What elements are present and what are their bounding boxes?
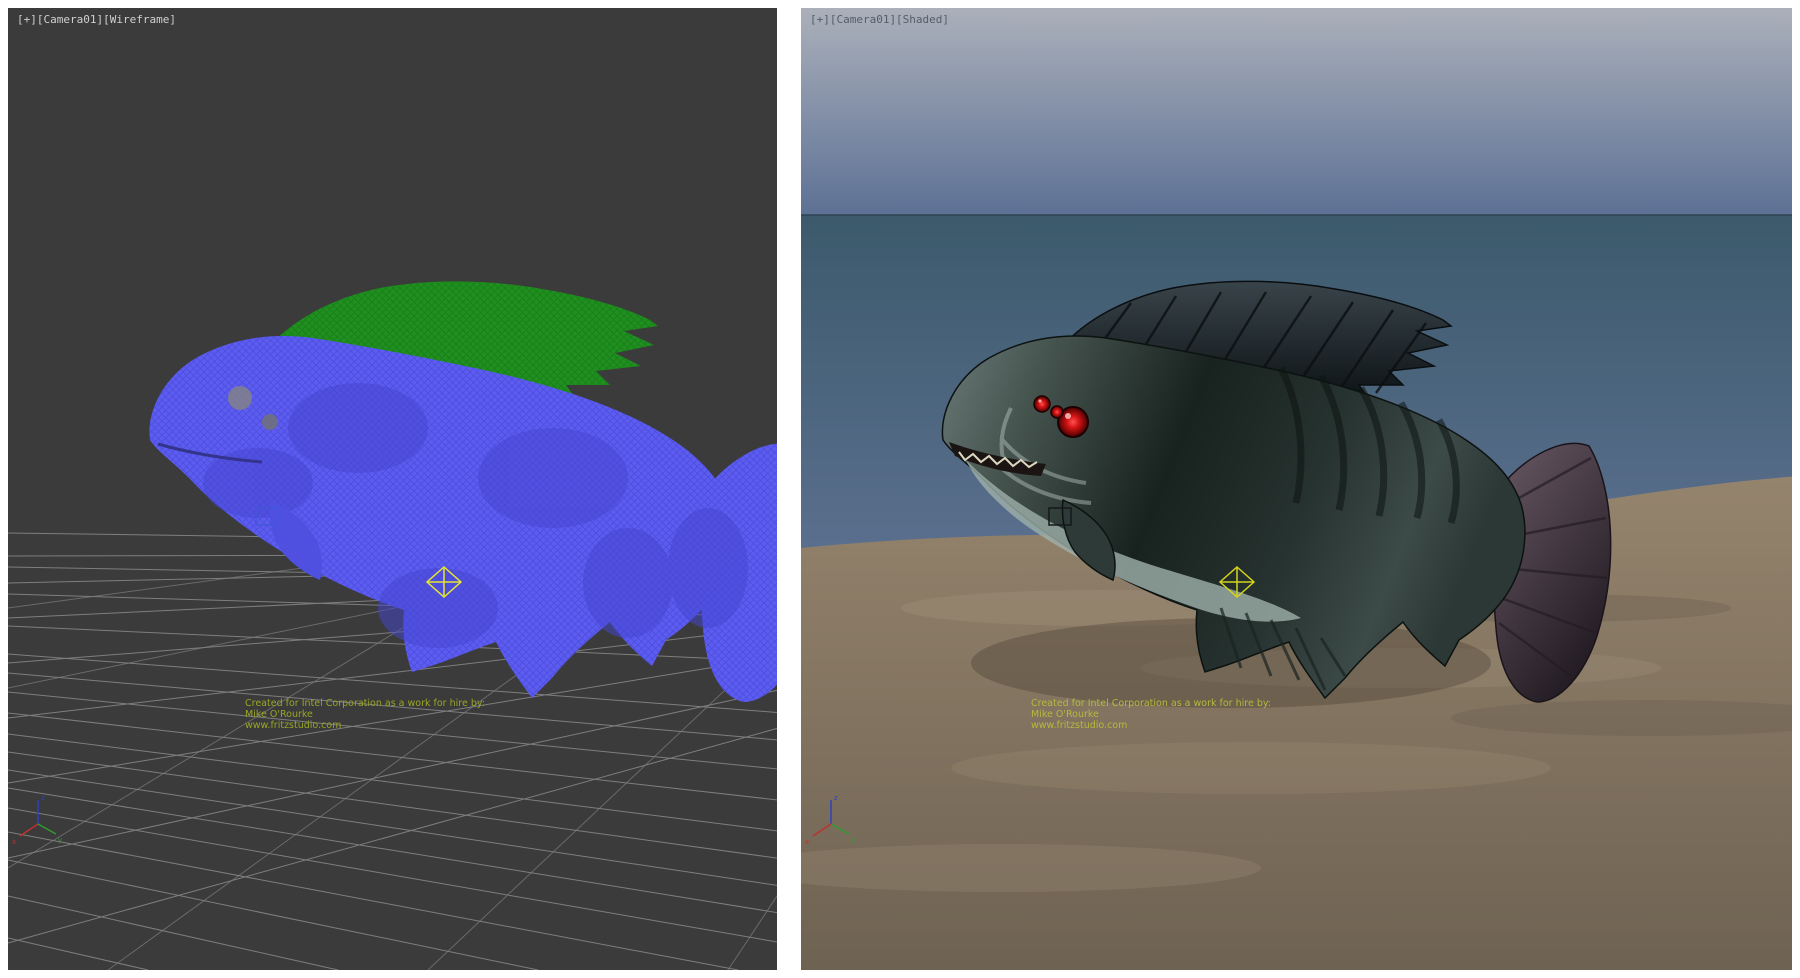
axis-z-label: z: [41, 794, 45, 802]
viewport-wireframe[interactable]: Created for Intel Corporation as a work …: [8, 8, 777, 970]
shaded-scene-canvas[interactable]: Created for Intel Corporation as a work …: [801, 8, 1792, 970]
viewport-shaded[interactable]: Created for Intel Corporation as a work …: [801, 8, 1792, 970]
viewport-splitter[interactable]: [785, 8, 793, 970]
axis-y-label: y: [851, 836, 855, 844]
svg-text:Created for Intel Corporation: Created for Intel Corporation as a work …: [1031, 698, 1271, 709]
sky: [801, 8, 1792, 215]
axis-x-label: x: [12, 838, 16, 846]
viewport-label-shaded[interactable]: [+][Camera01][Shaded]: [810, 13, 949, 26]
viewport-label-wireframe[interactable]: [+][Camera01][Wireframe]: [17, 13, 176, 26]
svg-text:www.fritzstudio.com: www.fritzstudio.com: [1031, 720, 1127, 731]
svg-text:www.fritzstudio.com: www.fritzstudio.com: [245, 720, 341, 731]
svg-text:Created for Intel Corporation: Created for Intel Corporation as a work …: [245, 698, 485, 709]
viewport-frame: Created for Intel Corporation as a work …: [0, 0, 1800, 978]
axis-x-label: x: [805, 838, 809, 846]
svg-text:Mike O'Rourke: Mike O'Rourke: [1031, 709, 1099, 720]
svg-text:Mike O'Rourke: Mike O'Rourke: [245, 709, 313, 720]
axis-z-label: z: [834, 794, 838, 802]
axis-y-label: y: [58, 836, 62, 844]
fish-eye-spot-small: [262, 414, 278, 430]
wireframe-scene-canvas[interactable]: Created for Intel Corporation as a work …: [8, 8, 777, 970]
fish-eye-spot: [228, 386, 252, 410]
